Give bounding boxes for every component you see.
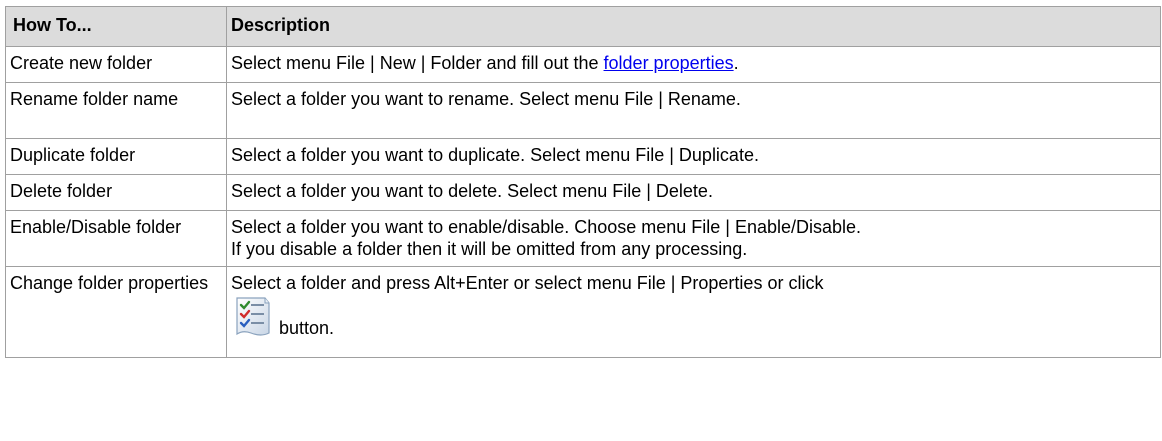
table-row-change-folder-properties: Change folder properties Select a folder… [5, 266, 1161, 358]
description-cell: Select a folder you want to rename. Sele… [226, 82, 1161, 139]
table-row-duplicate-folder: Duplicate folder Select a folder you wan… [5, 138, 1161, 175]
how-cell: Rename folder name [5, 82, 227, 139]
table-row-create-folder: Create new folder Select menu File | New… [5, 46, 1161, 83]
how-cell: Duplicate folder [5, 138, 227, 175]
table-header-row: How To... Description [5, 6, 1161, 47]
howto-table: How To... Description Create new folder … [5, 6, 1161, 358]
how-cell: Change folder properties [5, 266, 227, 358]
table-row-delete-folder: Delete folder Select a folder you want t… [5, 174, 1161, 211]
table-row-enable-disable-folder: Enable/Disable folder Select a folder yo… [5, 210, 1161, 267]
description-cell: Select menu File | New | Folder and fill… [226, 46, 1161, 83]
how-cell: Enable/Disable folder [5, 210, 227, 267]
properties-checklist-icon [231, 295, 275, 339]
how-cell: Delete folder [5, 174, 227, 211]
description-cell: Select a folder you want to enable/disab… [226, 210, 1161, 267]
description-line-2: If you disable a folder then it will be … [231, 239, 748, 259]
description-line-2: button. [279, 318, 335, 338]
howto-table-container: How To... Description Create new folder … [5, 6, 1161, 358]
description-text-end: . [733, 53, 739, 73]
header-description: Description [226, 6, 1161, 47]
description-cell: Select a folder and press Alt+Enter or s… [226, 266, 1161, 358]
description-line-1: Select a folder and press Alt+Enter or s… [231, 273, 824, 293]
description-line-1: Select a folder you want to enable/disab… [231, 217, 862, 237]
header-how-to: How To... [5, 6, 227, 47]
description-cell: Select a folder you want to delete. Sele… [226, 174, 1161, 211]
description-cell: Select a folder you want to duplicate. S… [226, 138, 1161, 175]
description-text: Select menu File | New | Folder and fill… [231, 53, 604, 73]
table-row-rename-folder: Rename folder name Select a folder you w… [5, 82, 1161, 139]
icon-line: button. [231, 295, 1156, 339]
folder-properties-link[interactable]: folder properties [604, 53, 734, 73]
how-cell: Create new folder [5, 46, 227, 83]
